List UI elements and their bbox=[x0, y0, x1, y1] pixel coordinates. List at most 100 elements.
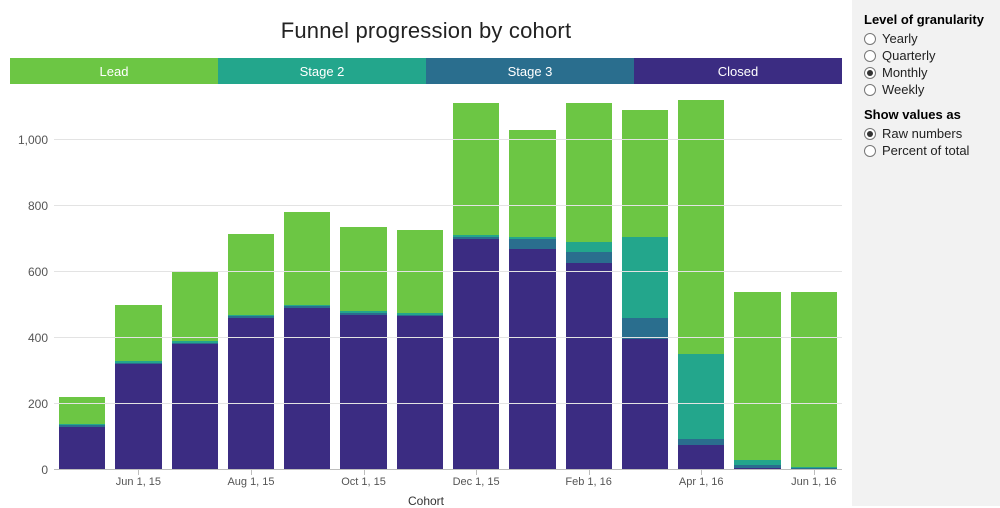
bar[interactable] bbox=[566, 103, 612, 470]
bar-slot bbox=[167, 272, 223, 470]
x-tick-label: Dec 1, 15 bbox=[453, 476, 500, 488]
side-panel: Level of granularity Yearly Quarterly Mont… bbox=[852, 0, 1000, 506]
bar-segment bbox=[734, 292, 780, 461]
bar-slot bbox=[223, 234, 279, 470]
x-tick bbox=[504, 470, 560, 488]
radio-label: Percent of total bbox=[882, 143, 969, 158]
legend-bar: LeadStage 2Stage 3Closed bbox=[10, 58, 842, 84]
bar-segment bbox=[566, 103, 612, 242]
y-tick-label: 200 bbox=[28, 397, 48, 411]
legend-item[interactable]: Stage 3 bbox=[426, 58, 634, 84]
bar[interactable] bbox=[284, 212, 330, 470]
x-tick bbox=[279, 470, 335, 488]
bar-segment bbox=[678, 439, 724, 446]
y-tick-label: 800 bbox=[28, 199, 48, 213]
chart-title: Funnel progression by cohort bbox=[10, 18, 842, 44]
bar-segment bbox=[59, 427, 105, 470]
x-tick: Feb 1, 16 bbox=[561, 470, 617, 488]
x-tick-label: Jun 1, 15 bbox=[116, 476, 161, 488]
bar[interactable] bbox=[172, 272, 218, 470]
bar[interactable] bbox=[453, 103, 499, 470]
legend-item[interactable]: Lead bbox=[10, 58, 218, 84]
bar-segment bbox=[509, 130, 555, 237]
bar-slot bbox=[392, 230, 448, 470]
bar-segment bbox=[566, 263, 612, 470]
radio-icon bbox=[864, 33, 876, 45]
bar-slot bbox=[673, 100, 729, 470]
radio-option[interactable]: Weekly bbox=[864, 82, 990, 97]
radio-icon bbox=[864, 84, 876, 96]
bar-segment bbox=[228, 318, 274, 470]
y-tick-label: 400 bbox=[28, 331, 48, 345]
legend-item[interactable]: Stage 2 bbox=[218, 58, 426, 84]
x-tick bbox=[617, 470, 673, 488]
bar[interactable] bbox=[115, 305, 161, 470]
x-axis: Jun 1, 15 Aug 1, 15 Oct 1, 15 Dec 1, 15 Feb … bbox=[54, 470, 842, 488]
bar-segment bbox=[115, 364, 161, 470]
bar-segment bbox=[172, 344, 218, 470]
radio-label: Monthly bbox=[882, 65, 928, 80]
plot-area bbox=[54, 90, 842, 470]
bar-segment bbox=[340, 227, 386, 311]
bar-segment bbox=[622, 110, 668, 237]
bar-segment bbox=[509, 249, 555, 470]
valuesas-heading: Show values as bbox=[864, 107, 990, 122]
grid-line bbox=[54, 205, 842, 206]
x-tick: Dec 1, 15 bbox=[448, 470, 504, 488]
bar-slot bbox=[561, 103, 617, 470]
radio-label: Raw numbers bbox=[882, 126, 962, 141]
radio-option[interactable]: Quarterly bbox=[864, 48, 990, 63]
x-tick: Jun 1, 16 bbox=[786, 470, 842, 488]
bar[interactable] bbox=[791, 292, 837, 470]
grid-line bbox=[54, 271, 842, 272]
bar[interactable] bbox=[340, 227, 386, 470]
x-tick: Aug 1, 15 bbox=[223, 470, 279, 488]
bar-segment bbox=[59, 397, 105, 423]
radio-label: Quarterly bbox=[882, 48, 935, 63]
bar-segment bbox=[228, 234, 274, 315]
x-tick bbox=[729, 470, 785, 488]
bar[interactable] bbox=[509, 130, 555, 470]
radio-icon bbox=[864, 67, 876, 79]
bar-segment bbox=[172, 272, 218, 341]
radio-option[interactable]: Raw numbers bbox=[864, 126, 990, 141]
bar-segment bbox=[622, 339, 668, 470]
granularity-heading: Level of granularity bbox=[864, 12, 990, 27]
valuesas-options: Raw numbers Percent of total bbox=[864, 126, 990, 158]
x-tick: Oct 1, 15 bbox=[335, 470, 391, 488]
radio-option[interactable]: Yearly bbox=[864, 31, 990, 46]
app-root: Funnel progression by cohort LeadStage 2… bbox=[0, 0, 1000, 506]
x-tick-label: Oct 1, 15 bbox=[341, 476, 386, 488]
bar-slot bbox=[279, 212, 335, 470]
plot-wrap: 02004006008001,000 bbox=[10, 90, 842, 470]
radio-option[interactable]: Percent of total bbox=[864, 143, 990, 158]
legend-item[interactable]: Closed bbox=[634, 58, 842, 84]
radio-option[interactable]: Monthly bbox=[864, 65, 990, 80]
bar-segment bbox=[340, 315, 386, 470]
bar[interactable] bbox=[59, 397, 105, 470]
grid-line bbox=[54, 403, 842, 404]
bar[interactable] bbox=[228, 234, 274, 470]
x-tick bbox=[54, 470, 110, 488]
grid-line bbox=[54, 337, 842, 338]
bars-container bbox=[54, 90, 842, 470]
y-axis: 02004006008001,000 bbox=[10, 90, 54, 470]
bar-slot bbox=[729, 292, 785, 470]
x-tick-label: Apr 1, 16 bbox=[679, 476, 724, 488]
y-tick-label: 1,000 bbox=[18, 133, 48, 147]
bar[interactable] bbox=[397, 230, 443, 470]
bar-segment bbox=[566, 242, 612, 252]
bar[interactable] bbox=[622, 110, 668, 470]
bar-slot bbox=[617, 110, 673, 470]
bar-segment bbox=[115, 305, 161, 361]
bar-segment bbox=[453, 239, 499, 470]
bar-segment bbox=[284, 212, 330, 305]
bar-slot bbox=[448, 103, 504, 470]
x-tick: Apr 1, 16 bbox=[673, 470, 729, 488]
bar[interactable] bbox=[734, 292, 780, 470]
bar-segment bbox=[284, 308, 330, 470]
bar-slot bbox=[335, 227, 391, 470]
bar-segment bbox=[678, 445, 724, 470]
bar[interactable] bbox=[678, 100, 724, 470]
bar-slot bbox=[110, 305, 166, 470]
